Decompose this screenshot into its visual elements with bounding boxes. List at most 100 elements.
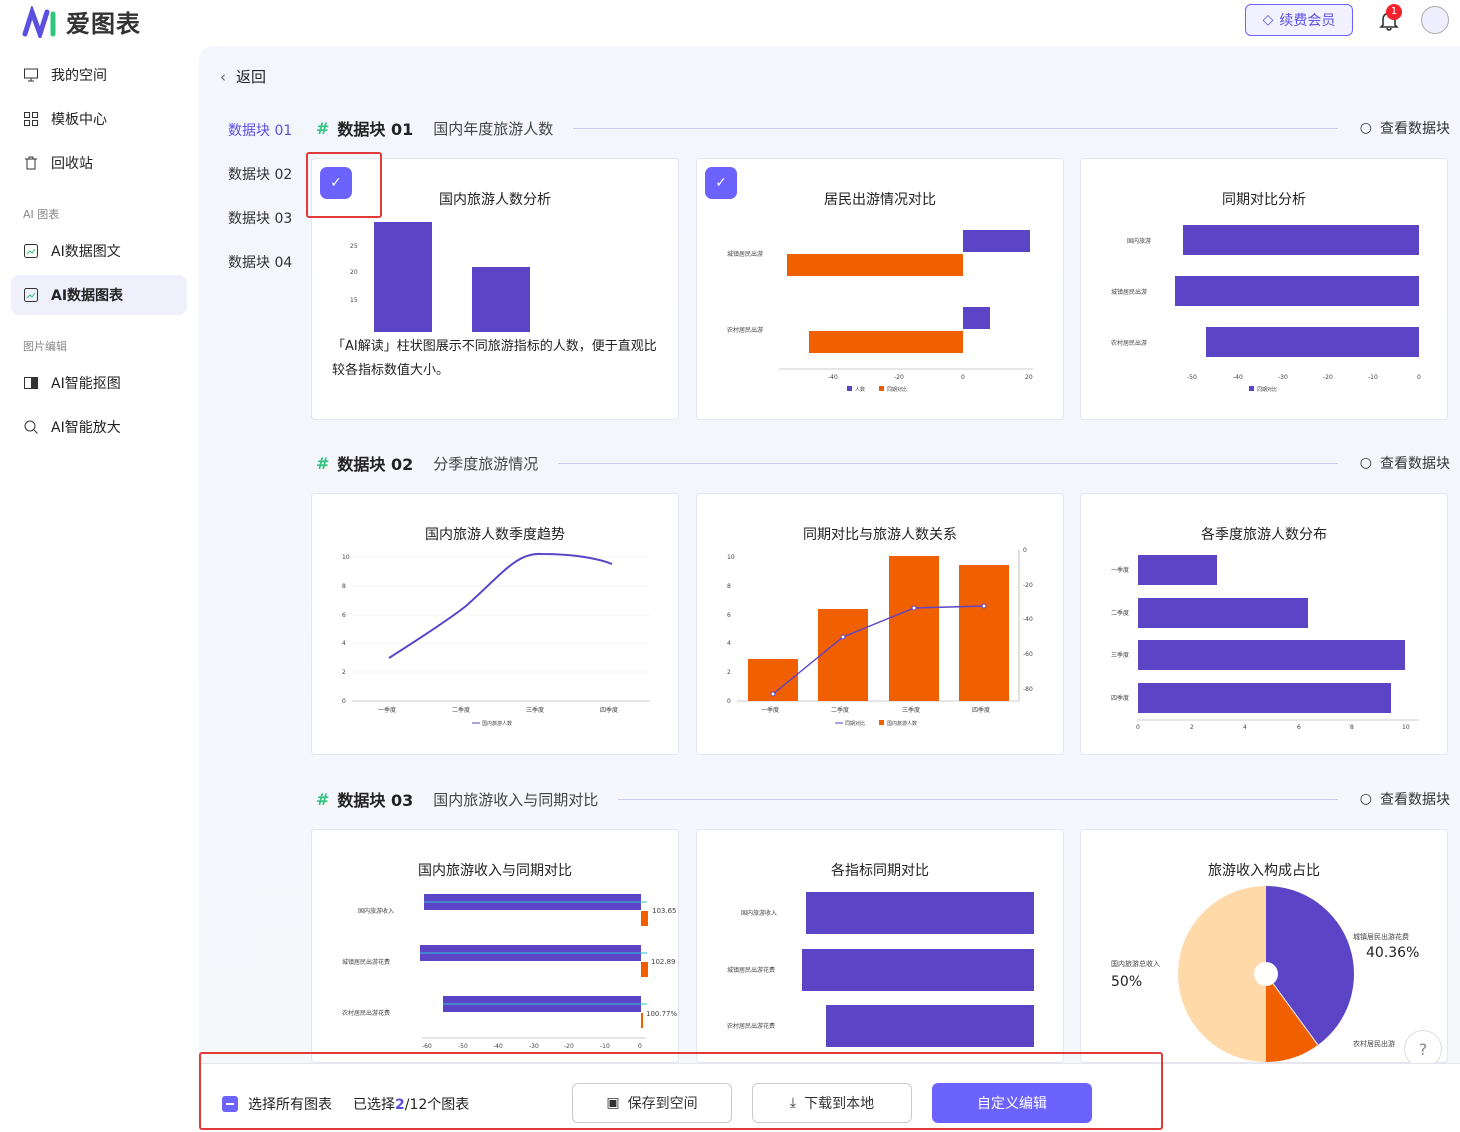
category-label: 城镇居民出游花费 — [727, 966, 775, 974]
sidebar-item-label: AI智能放大 — [51, 420, 121, 436]
pie-value: 40.36% — [1366, 945, 1419, 961]
pie-label: 城镇居民出游花费 — [1353, 932, 1409, 941]
view-block-button[interactable]: ○ 查看数据块 — [1360, 789, 1450, 809]
notification-badge: 1 — [1386, 4, 1402, 20]
block-nav-03[interactable]: 数据块 03 — [228, 208, 292, 228]
pie-value: 50% — [1111, 974, 1142, 990]
x-tick: 四季度 — [600, 706, 618, 714]
category-label: 三季度 — [1111, 651, 1129, 659]
chart-card-5[interactable]: 同期对比与旅游人数关系 0 2 4 6 8 10 0 -20 -40 -60 -… — [696, 493, 1064, 755]
chart-card-4[interactable]: 国内旅游人数季度趋势 0 2 4 6 8 10 一季度 二季度 三季度 四季度 … — [311, 493, 679, 755]
chart-doc-icon — [24, 244, 38, 258]
cutout-icon — [24, 377, 38, 389]
bar — [1175, 276, 1419, 306]
hash-icon: # — [316, 118, 330, 138]
sidebar-item-label: AI数据图文 — [51, 244, 121, 260]
chart-checkbox[interactable]: ✓ — [705, 167, 737, 199]
avatar[interactable] — [1421, 6, 1449, 34]
x-tick: -10 — [1368, 374, 1378, 381]
sidebar-item-upscale[interactable]: AI智能放大 — [11, 407, 187, 447]
chart-card-7[interactable]: 国内旅游收入与同期对比 国内旅游收入 城镇居民出游花费 农村居民出游花费 103… — [311, 829, 679, 1063]
chart-svg: 0 2 4 6 8 10 0 -20 -40 -60 -80 一季度 二季度 三… — [727, 547, 1033, 727]
block-nav-04[interactable]: 数据块 04 — [228, 252, 292, 272]
section-header-02: # 数据块 02 分季度旅游情况 ○ 查看数据块 — [316, 451, 1450, 475]
data-label: 102.89 — [651, 958, 676, 966]
section-header-03: # 数据块 03 国内旅游收入与同期对比 ○ 查看数据块 — [316, 787, 1450, 811]
legend-label: 同期对比 — [845, 720, 865, 727]
sidebar-item-ai-chart[interactable]: AI数据图表 — [11, 275, 187, 315]
view-block-button[interactable]: ○ 查看数据块 — [1360, 118, 1450, 138]
bar — [787, 254, 963, 276]
sidebar-item-ai-doc[interactable]: AI数据图文 — [11, 231, 187, 271]
hash-icon: # — [316, 789, 330, 809]
chart-card-9[interactable]: 旅游收入构成占比 城镇居民出游花费 40.36% 国内旅游总收入 50% 农村居… — [1080, 829, 1448, 1063]
y-tick: 10 — [342, 554, 350, 561]
chart-svg: 城镇居民出游 农村居民出游 -40 -20 0 20 人数 同期对比 — [727, 230, 1033, 393]
x-tick: 10 — [1402, 724, 1410, 731]
bar — [472, 267, 530, 332]
sidebar-item-trash[interactable]: 回收站 — [11, 143, 187, 183]
y-tick: 4 — [727, 640, 731, 647]
x-tick: 0 — [638, 1043, 642, 1050]
view-block-button[interactable]: ○ 查看数据块 — [1360, 453, 1450, 473]
x-tick: 三季度 — [526, 706, 544, 714]
view-label: 查看数据块 — [1380, 121, 1450, 137]
x-tick: 三季度 — [902, 706, 920, 714]
legend-label: 人数 — [855, 386, 865, 393]
category-label: 农村居民出游 — [1111, 339, 1147, 347]
bar — [641, 1013, 643, 1028]
legend-label: 国内旅游人数 — [482, 720, 512, 727]
back-button[interactable]: ‹ 返回 — [220, 66, 266, 87]
legend-label: 同期对比 — [887, 386, 907, 393]
x-tick: 二季度 — [831, 706, 849, 714]
legend-label: 国内旅游人数 — [887, 720, 917, 727]
search-icon — [24, 420, 38, 434]
bar — [889, 556, 939, 701]
highlight-box — [199, 1052, 1163, 1130]
sidebar-item-cutout[interactable]: AI智能抠图 — [11, 363, 187, 403]
bar — [826, 1005, 1034, 1047]
x-tick: -20 — [564, 1043, 574, 1050]
chart-card-3[interactable]: 同期对比分析 国内旅游 城镇居民出游 农村居民出游 -50 -40 -30 -2… — [1080, 158, 1448, 420]
sidebar-item-templates[interactable]: 模板中心 — [11, 99, 187, 139]
bar — [374, 222, 432, 332]
sidebar-item-label: 我的空间 — [51, 68, 107, 84]
x-tick: 0 — [1417, 374, 1421, 381]
y-tick: 6 — [727, 612, 731, 619]
sidebar-item-label: AI数据图表 — [51, 288, 124, 304]
section-label-image: 图片编辑 — [23, 340, 67, 353]
sidebar-item-my-space[interactable]: 我的空间 — [11, 55, 187, 95]
block-nav-01[interactable]: 数据块 01 — [228, 120, 292, 140]
chart-card-8[interactable]: 各指标同期对比 国内旅游收入 城镇居民出游花费 农村居民出游花费 — [696, 829, 1064, 1063]
search-icon: ○ — [1359, 791, 1372, 807]
y-tick: 8 — [342, 583, 346, 590]
view-label: 查看数据块 — [1380, 792, 1450, 808]
x-tick: 20 — [1025, 374, 1033, 381]
vip-button[interactable]: ◇ 续费会员 — [1245, 4, 1353, 36]
section-subtitle: 国内旅游收入与同期对比 — [433, 790, 599, 809]
section-label-ai: AI 图表 — [23, 208, 60, 221]
chart-svg: 国内旅游 城镇居民出游 农村居民出游 -50 -40 -30 -20 -10 0… — [1111, 225, 1421, 393]
x-tick: 6 — [1297, 724, 1301, 731]
app-name: 爱图表 — [66, 10, 141, 38]
chart-card-6[interactable]: 各季度旅游人数分布 一季度 二季度 三季度 四季度 0 2 4 6 8 10 — [1080, 493, 1448, 755]
chart-card-2[interactable]: 居民出游情况对比 城镇居民出游 农村居民出游 -40 -20 0 20 人数 同… — [696, 158, 1064, 420]
x-tick: 一季度 — [761, 706, 779, 714]
x-tick: 8 — [1350, 724, 1354, 731]
x-tick: 0 — [961, 374, 965, 381]
y-tick: 6 — [342, 612, 346, 619]
series-line — [388, 552, 613, 659]
category-label: 城镇居民出游 — [1111, 288, 1147, 296]
chart-svg: 0 2 4 6 8 10 一季度 二季度 三季度 四季度 国内旅游人数 — [342, 552, 650, 727]
block-nav-02[interactable]: 数据块 02 — [228, 164, 292, 184]
category-label: 四季度 — [1111, 694, 1129, 702]
app-logo[interactable]: 爱图表 — [22, 4, 141, 39]
y-tick: 10 — [727, 554, 735, 561]
data-label: 100.77% — [646, 1010, 677, 1018]
x-tick: 0 — [1136, 724, 1140, 731]
chart-icon — [24, 288, 38, 302]
section-title: 数据块 01 — [337, 120, 414, 139]
section-subtitle: 分季度旅游情况 — [433, 454, 539, 473]
search-icon: ○ — [1359, 455, 1372, 471]
chart-svg: 国内旅游收入 城镇居民出游花费 农村居民出游花费 — [727, 892, 1034, 1047]
